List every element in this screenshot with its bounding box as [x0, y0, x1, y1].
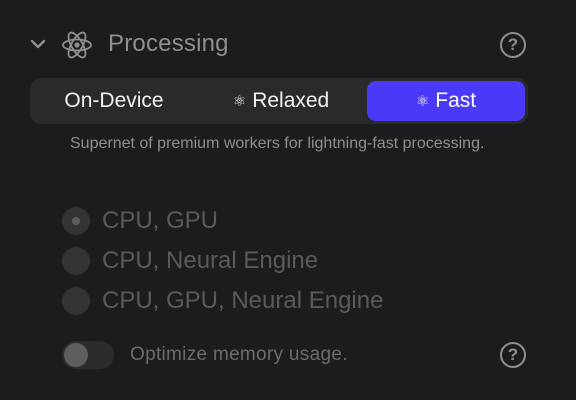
processing-mode-selector[interactable]: On-Device ⚛ Relaxed ⚛ Fast	[30, 78, 528, 124]
atom-icon: ⚛	[232, 93, 247, 110]
radio-button[interactable]	[62, 247, 90, 275]
mode-description: Supernet of premium workers for lightnin…	[70, 135, 485, 152]
mode-label: Relaxed	[252, 89, 330, 112]
toggle-knob	[64, 343, 88, 367]
help-icon[interactable]: ?	[500, 342, 526, 368]
atom-icon: ⚛	[415, 93, 430, 110]
radio-option-cpu-gpu-neural-engine[interactable]: CPU, GPU, Neural Engine	[62, 285, 383, 317]
radio-button[interactable]	[62, 207, 90, 235]
radio-label: CPU, GPU	[102, 207, 219, 234]
radio-button[interactable]	[62, 287, 90, 315]
mode-fast[interactable]: ⚛ Fast	[367, 81, 525, 121]
radio-label: CPU, GPU, Neural Engine	[102, 287, 384, 314]
atom-icon	[62, 31, 92, 59]
mode-relaxed[interactable]: ⚛ Relaxed	[198, 81, 364, 121]
mode-on-device[interactable]: On-Device	[34, 81, 194, 121]
mode-label: On-Device	[64, 89, 164, 112]
radio-option-cpu-gpu[interactable]: CPU, GPU	[62, 205, 218, 237]
mode-label: Fast	[435, 89, 477, 112]
section-title: Processing	[108, 30, 229, 57]
section-header[interactable]: Processing ?	[0, 22, 576, 68]
optimize-memory-label: Optimize memory usage.	[130, 344, 348, 365]
radio-option-cpu-neural-engine[interactable]: CPU, Neural Engine	[62, 245, 318, 277]
radio-label: CPU, Neural Engine	[102, 247, 319, 274]
optimize-memory-row[interactable]: Optimize memory usage.	[62, 340, 348, 370]
help-icon[interactable]: ?	[500, 32, 526, 58]
chevron-down-icon[interactable]	[28, 34, 48, 54]
optimize-memory-toggle[interactable]	[62, 341, 114, 369]
